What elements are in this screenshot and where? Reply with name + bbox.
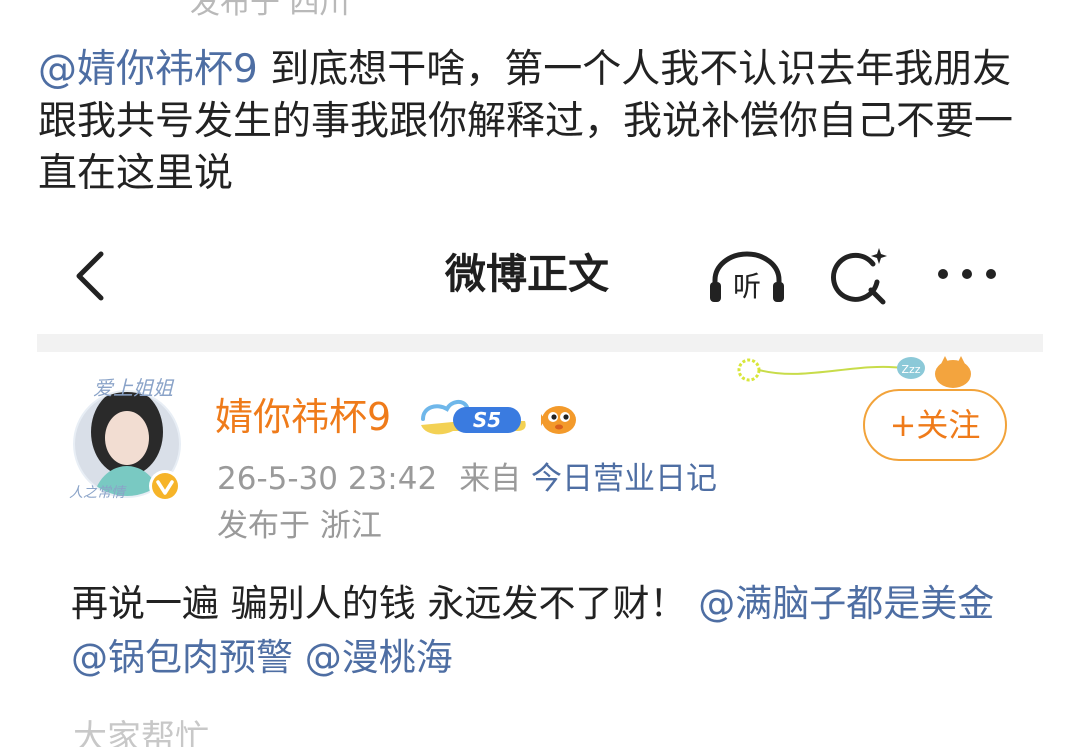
level-badge-label: S5 (473, 408, 501, 432)
search-icon[interactable] (827, 246, 891, 306)
level-badge: S5 (421, 400, 526, 435)
username[interactable]: 婧你祎杯9 (215, 392, 391, 442)
next-line-cut: 大家帮忙 (73, 718, 209, 747)
avatar-text-bottom: 人之常情 (69, 485, 125, 501)
mention-link[interactable]: @漫桃海 (305, 636, 453, 679)
pufferfish-badge-icon (541, 406, 576, 434)
mention-link[interactable]: @锅包肉预警 (71, 636, 293, 679)
repost-comment: @婧你祎杯9 到底想干啥，第一个人我不认识去年我朋友跟我共号发生的事我跟你解释过… (38, 44, 1048, 200)
mention-link[interactable]: @满脑子都是美金 (698, 582, 994, 625)
embedded-screenshot: 微博正文 听 Zzz 爱上姐姐 人之常情 婧你祎杯9 S5 +关注 26-5-3… (37, 232, 1043, 747)
avatar-text-top: 爱上姐姐 (93, 376, 173, 400)
chevron-left-icon[interactable] (69, 250, 113, 302)
post-body: 再说一遍 骗别人的钱 永远发不了财！ (71, 582, 687, 625)
verified-v-icon (149, 470, 181, 502)
from-label: 来自 (459, 461, 522, 497)
post-date: 26-5-30 23:42 (217, 461, 438, 497)
svg-text:Zzz: Zzz (901, 363, 920, 376)
more-dots-icon[interactable] (935, 266, 999, 282)
page-title: 微博正文 (445, 250, 609, 298)
mention-link[interactable]: @婧你祎杯9 (38, 47, 258, 92)
post-text: 再说一遍 骗别人的钱 永远发不了财！ @满脑子都是美金 @锅包肉预警 @漫桃海 (71, 577, 1011, 685)
post-source-link[interactable]: 今日营业日记 (531, 461, 717, 497)
post-meta: 26-5-30 23:42 来自 今日营业日记 (217, 458, 717, 500)
previous-post-location-cut: 发布于 四川 (190, 0, 350, 21)
listen-headphones-icon[interactable]: 听 (707, 248, 787, 304)
post-location: 发布于 浙江 (217, 508, 382, 544)
listen-label: 听 (733, 270, 761, 303)
card-decoration: Zzz (737, 356, 971, 388)
follow-button[interactable]: +关注 (863, 389, 1007, 461)
header-divider (37, 334, 1043, 352)
